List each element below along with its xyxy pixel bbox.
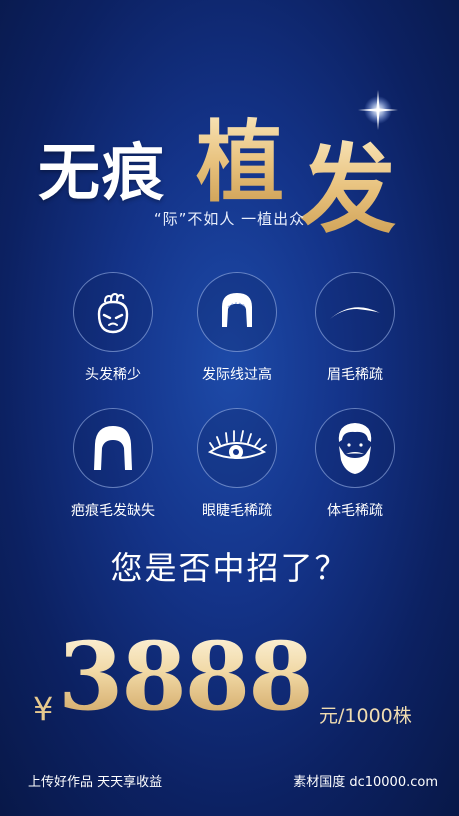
price-currency: ¥ <box>33 690 54 728</box>
high-hairline-icon <box>222 293 252 327</box>
icon-circle <box>73 272 153 352</box>
symptom-item-scar: 疤痕毛发缺失 <box>48 408 178 520</box>
symptom-label: 头发稀少 <box>85 367 141 383</box>
eyelash-icon <box>207 430 267 459</box>
price-unit: 元/1000株 <box>319 705 412 727</box>
icon-circle <box>73 408 153 488</box>
question-heading: 您是否中招了？ <box>110 549 349 587</box>
symptom-item-eyelash: 眼睫毛稀疏 <box>172 408 302 520</box>
symptom-label: 发际线过高 <box>202 367 272 383</box>
sparse-hair-face-icon <box>97 292 129 334</box>
symptom-item-eyebrow: 眉毛稀疏 <box>290 272 420 384</box>
title-white-text: 无痕 <box>38 136 167 209</box>
symptom-label: 眼睫毛稀疏 <box>202 503 272 519</box>
title-gold-char-1: 植 <box>196 92 284 219</box>
symptom-label: 眉毛稀疏 <box>327 367 383 383</box>
footer-left-text: 上传好作品 天天享收益 <box>28 775 163 790</box>
symptom-item-high-hairline: 发际线过高 <box>172 272 302 384</box>
icon-circle <box>197 272 277 352</box>
symptom-item-body-hair: 体毛稀疏 <box>290 408 420 520</box>
eyebrow-icon <box>330 307 380 319</box>
sparkle-icon <box>358 90 398 130</box>
tagline: “际”不如人 一植出众 <box>153 210 306 228</box>
title-gold-char-2: 发 <box>300 112 396 251</box>
symptom-label: 疤痕毛发缺失 <box>71 503 155 519</box>
beard-icon <box>338 423 372 474</box>
symptom-item-sparse-hair: 头发稀少 <box>48 272 178 384</box>
symptom-label: 体毛稀疏 <box>327 503 383 519</box>
price-amount: 3888 <box>58 622 314 732</box>
icon-circle <box>197 408 277 488</box>
scar-hair-loss-icon <box>94 426 132 470</box>
icon-circle <box>315 408 395 488</box>
footer-right-text: 素材国度 dc10000.com <box>293 775 438 790</box>
icon-circle <box>315 272 395 352</box>
